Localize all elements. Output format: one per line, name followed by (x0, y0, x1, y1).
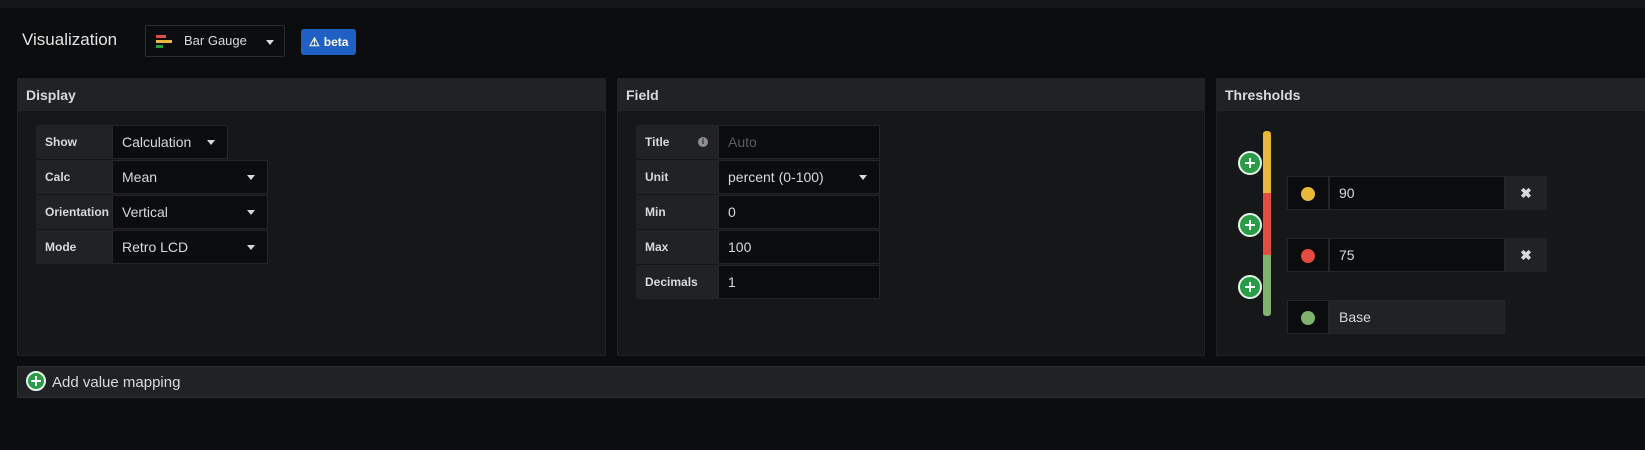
field-decimals-label: Decimals (636, 265, 718, 299)
top-strip (0, 0, 1645, 8)
field-min-row: Min 0 (636, 195, 898, 229)
field-unit-row: Unit percent (0-100) (636, 160, 898, 194)
calc-select[interactable]: Mean (112, 160, 268, 194)
add-value-mapping-button[interactable]: Add value mapping (17, 366, 1645, 398)
field-decimals-row: Decimals 1 (636, 265, 898, 299)
min-input[interactable]: 0 (718, 195, 880, 229)
display-orientation-row: Orientation Vertical (36, 195, 286, 229)
add-value-mapping-label: Add value mapping (52, 374, 181, 391)
field-min-label: Min (636, 195, 718, 229)
display-orientation-label: Orientation (36, 195, 112, 229)
orientation-select-value: Vertical (122, 204, 168, 220)
display-mode-row: Mode Retro LCD (36, 230, 286, 264)
display-show-label: Show (36, 125, 112, 159)
threshold-color-picker[interactable] (1287, 176, 1329, 210)
threshold-bar-green (1263, 255, 1271, 316)
field-unit-label: Unit (636, 160, 718, 194)
beta-badge: ⚠ beta (301, 29, 357, 55)
show-select[interactable]: Calculation (112, 125, 228, 159)
mode-select-value: Retro LCD (122, 239, 189, 255)
warning-icon: ⚠ (309, 35, 320, 49)
thresholds-panel-title: Thresholds (1217, 79, 1645, 111)
chevron-down-icon (207, 140, 215, 145)
field-title-row: Title i Auto (636, 125, 898, 159)
field-max-label: Max (636, 230, 718, 264)
chevron-down-icon (247, 210, 255, 215)
display-mode-label: Mode (36, 230, 112, 264)
threshold-value-input[interactable]: 75 (1329, 238, 1505, 272)
color-dot-icon (1301, 249, 1315, 263)
calc-select-value: Mean (122, 169, 158, 185)
display-calc-row: Calc Mean (36, 160, 286, 194)
show-select-value: Calculation (122, 134, 192, 150)
field-title-label: Title i (636, 125, 718, 159)
close-icon[interactable]: ✖ (1505, 238, 1547, 272)
threshold-color-picker[interactable] (1287, 300, 1329, 334)
unit-select[interactable]: percent (0-100) (718, 160, 880, 194)
chevron-down-icon (859, 175, 867, 180)
chevron-down-icon (266, 40, 274, 45)
field-title-label-text: Title (645, 135, 670, 149)
display-panel-title: Display (18, 79, 605, 111)
mode-select[interactable]: Retro LCD (112, 230, 268, 264)
display-show-row: Show Calculation (36, 125, 248, 159)
threshold-bar-red (1263, 193, 1271, 255)
field-title-input[interactable]: Auto (718, 125, 880, 159)
color-dot-icon (1301, 311, 1315, 325)
threshold-color-picker[interactable] (1287, 238, 1329, 272)
display-panel: Display Show Calculation Calc Mean Orien… (17, 78, 606, 356)
orientation-select[interactable]: Vertical (112, 195, 268, 229)
add-threshold-button[interactable] (1238, 275, 1262, 299)
display-calc-label: Calc (36, 160, 112, 194)
info-icon[interactable]: i (698, 137, 708, 147)
field-title-placeholder: Auto (728, 134, 757, 150)
add-threshold-button[interactable] (1238, 213, 1262, 237)
visualization-header: Visualization Bar Gauge ⚠ beta (0, 8, 1645, 70)
thresholds-panel: Thresholds 90 ✖ 75 ✖ Base (1216, 78, 1645, 356)
decimals-input[interactable]: 1 (718, 265, 880, 299)
plus-circle-icon (26, 371, 46, 391)
close-icon[interactable]: ✖ (1505, 176, 1547, 210)
chevron-down-icon (247, 175, 255, 180)
color-dot-icon (1301, 187, 1315, 201)
threshold-bar-yellow (1263, 131, 1271, 193)
threshold-base-value: Base (1329, 300, 1505, 334)
field-max-row: Max 100 (636, 230, 898, 264)
chevron-down-icon (247, 245, 255, 250)
field-panel: Field Title i Auto Unit percent (0-100) … (617, 78, 1205, 356)
visualization-title: Visualization (22, 30, 118, 49)
field-panel-title: Field (618, 79, 1204, 111)
add-threshold-button[interactable] (1238, 151, 1262, 175)
bar-gauge-icon (156, 35, 172, 49)
max-input[interactable]: 100 (718, 230, 880, 264)
unit-select-value: percent (0-100) (728, 169, 824, 185)
beta-badge-label: beta (323, 35, 349, 49)
visualization-select[interactable]: Bar Gauge (145, 25, 285, 57)
threshold-value-input[interactable]: 90 (1329, 176, 1505, 210)
visualization-select-value: Bar Gauge (184, 33, 247, 48)
